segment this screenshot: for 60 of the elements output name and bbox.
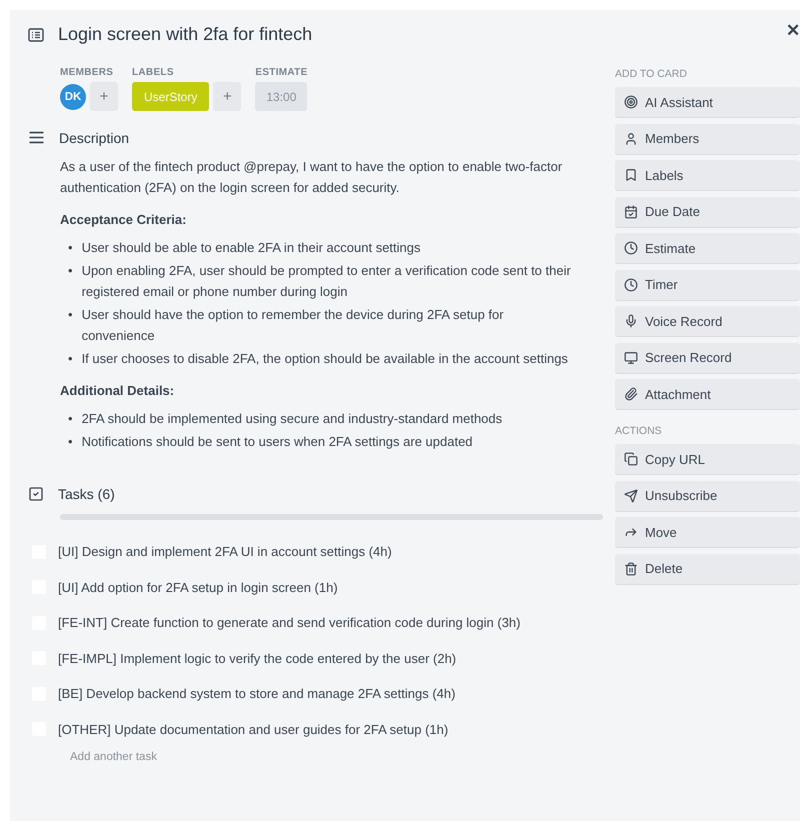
group-heading: ADD TO CARD: [615, 68, 688, 80]
sidebar-button[interactable]: Members: [615, 124, 800, 154]
user-icon: [624, 132, 638, 146]
task-text: [FE-INT] Create function to generate and send verification code during login (3h): [58, 615, 520, 630]
card-title: Login screen with 2fa for fintech: [58, 24, 312, 45]
bullet-item: Notifications should be sent to users when 2FA settings are updated: [82, 433, 473, 451]
trash-icon: [624, 562, 638, 576]
section-heading: Acceptance Criteria:: [60, 212, 188, 227]
description-icon: [28, 129, 45, 146]
bullet-mark: •: [68, 262, 73, 280]
labels-label: LABELS: [132, 67, 175, 78]
sidebar-button[interactable]: Move: [615, 517, 800, 547]
bullet-mark: •: [68, 433, 73, 451]
sidebar-button[interactable]: Attachment: [615, 379, 800, 409]
sidebar-button[interactable]: Timer: [615, 270, 800, 300]
sidebar-button[interactable]: Unsubscribe: [615, 480, 800, 510]
sidebar-button[interactable]: Screen Record: [615, 342, 800, 372]
bullet-mark: •: [68, 239, 73, 257]
monitor-icon: [624, 350, 638, 364]
sidebar-button[interactable]: Delete: [615, 554, 800, 584]
copy-icon: [624, 452, 638, 466]
estimate-label: ESTIMATE: [255, 67, 308, 78]
sidebar-button[interactable]: Due Date: [615, 196, 800, 226]
bullet-mark: •: [68, 306, 73, 324]
task-text: [UI] Add option for 2FA setup in login screen (1h): [58, 580, 338, 595]
close-button[interactable]: ✕: [786, 20, 800, 41]
tasks-heading: Tasks (6): [58, 486, 115, 502]
microphone-icon: [624, 314, 638, 328]
bullet-mark: •: [68, 410, 73, 428]
paperclip-icon: [624, 387, 638, 401]
checklist-icon: [28, 486, 44, 502]
calendar-icon: [624, 204, 638, 218]
section-heading: Additional Details:: [60, 383, 176, 398]
card-icon: [28, 28, 44, 42]
add-member-button[interactable]: +: [90, 82, 118, 111]
bullet-item: Upon enabling 2FA, user should be prompted to enter a verification code sent to their registered email or phone number during login: [82, 262, 572, 301]
task-text: [OTHER] Update documentation and user guides for 2FA setup (1h): [58, 722, 448, 737]
sidebar-button[interactable]: AI Assistant: [615, 87, 800, 117]
group-heading: ACTIONS: [615, 425, 663, 437]
bullet-item: 2FA should be implemented using secure and industry-standard methods: [82, 410, 502, 428]
sidebar-button[interactable]: Estimate: [615, 233, 800, 263]
target-icon: [624, 95, 638, 109]
bullet-item: User should have the option to remember the device during 2FA setup for convenience: [82, 306, 505, 345]
bullet-item: User should be able to enable 2FA in their account settings: [82, 239, 421, 257]
sidebar-button[interactable]: Copy URL: [615, 444, 800, 474]
sidebar-button[interactable]: Labels: [615, 160, 800, 190]
description-text: As a user of the fintech product @prepay, I want to have the option to enable two-factor authentication (2FA) on the login screen for added security.: [60, 158, 564, 197]
bookmark-icon: [624, 168, 638, 182]
members-label: MEMBERS: [60, 67, 114, 78]
clock-icon: [624, 278, 638, 292]
add-label-button[interactable]: +: [213, 82, 242, 111]
clock-icon: [624, 241, 638, 255]
bullet-item: If user chooses to disable 2FA, the option should be available in the account settings: [82, 350, 568, 368]
description-heading: Description: [59, 130, 130, 146]
send-icon: [624, 488, 638, 502]
task-text: [FE-IMPL] Implement logic to verify the code entered by the user (2h): [58, 650, 456, 666]
bullet-mark: •: [68, 350, 73, 368]
task-text: [UI] Design and implement 2FA UI in account settings (4h): [58, 544, 392, 560]
task-text: [BE] Develop backend system to store and manage 2FA settings (4h): [58, 686, 456, 702]
sidebar-button[interactable]: Voice Record: [615, 306, 800, 336]
